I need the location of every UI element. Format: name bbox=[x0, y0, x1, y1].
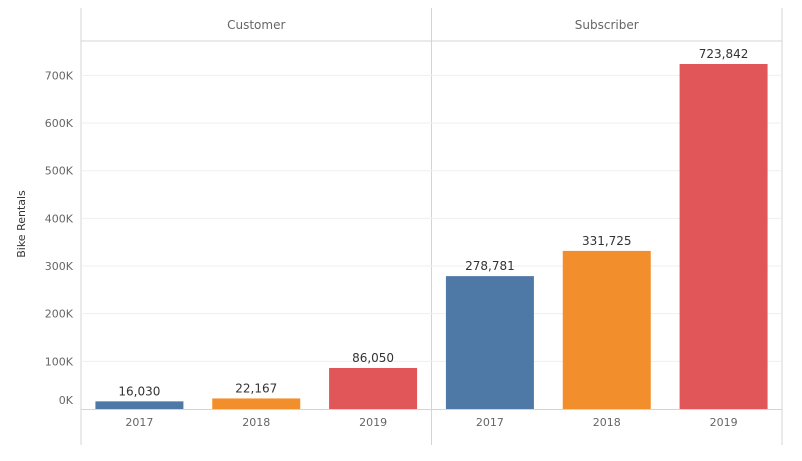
panel-customer: Customer 16,030 2017 22,167 2018 86,050 2019 bbox=[95, 18, 418, 429]
bar bbox=[562, 250, 651, 409]
y-tick-label: 600K bbox=[45, 117, 74, 130]
bar bbox=[445, 276, 534, 409]
bar bbox=[329, 367, 418, 409]
bar-value-label: 86,050 bbox=[352, 351, 394, 365]
y-tick-label: 100K bbox=[45, 355, 74, 368]
x-tick-label: 2018 bbox=[593, 416, 621, 429]
bar-value-label: 16,030 bbox=[118, 384, 160, 398]
panel-title: Customer bbox=[227, 18, 285, 32]
bar-value-label: 723,842 bbox=[699, 47, 749, 61]
x-tick-label: 2019 bbox=[359, 416, 387, 429]
y-tick-label: 200K bbox=[45, 308, 74, 321]
y-axis-title: Bike Rentals bbox=[15, 190, 28, 258]
y-tick-label: 500K bbox=[45, 165, 74, 178]
panel-subscriber: Subscriber 278,781 2017 331,725 2018 723,842 2… bbox=[445, 18, 768, 429]
panel-title: Subscriber bbox=[575, 18, 639, 32]
x-tick-label: 2017 bbox=[476, 416, 504, 429]
y-tick-label: 300K bbox=[45, 260, 74, 273]
x-tick-label: 2018 bbox=[242, 416, 270, 429]
bar bbox=[212, 398, 301, 409]
x-tick-label: 2019 bbox=[710, 416, 738, 429]
y-tick-label: 700K bbox=[45, 69, 74, 82]
bar bbox=[95, 401, 184, 409]
y-tick-label: 0K bbox=[59, 394, 74, 407]
x-tick-label: 2017 bbox=[125, 416, 153, 429]
y-tick-labels: 0K 100K 200K 300K 400K 500K 600K 700K bbox=[45, 69, 74, 407]
bar-value-label: 278,781 bbox=[465, 259, 515, 273]
bar-value-label: 331,725 bbox=[582, 234, 632, 248]
bar-value-label: 22,167 bbox=[235, 381, 277, 395]
bike-rentals-chart: 0K 100K 200K 300K 400K 500K 600K 700K Customer 1… bbox=[15, 8, 783, 445]
y-tick-label: 400K bbox=[45, 212, 74, 225]
bar bbox=[679, 63, 768, 410]
